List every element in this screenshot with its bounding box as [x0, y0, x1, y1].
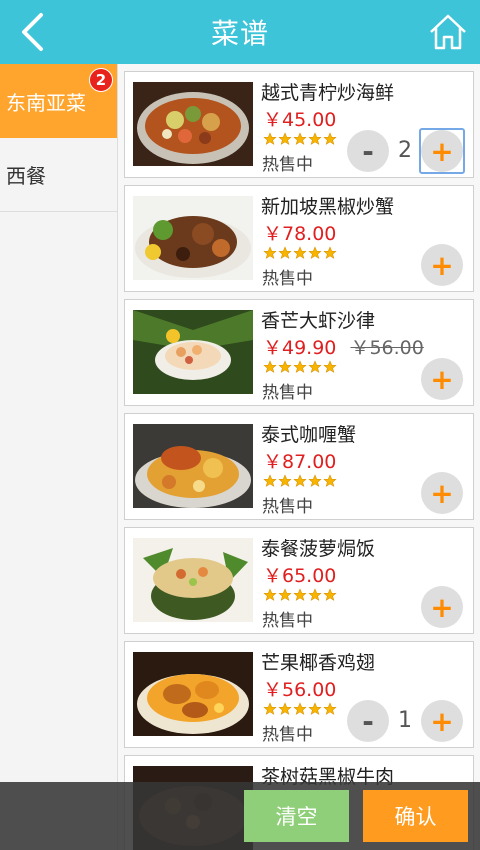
- star-icon: [263, 360, 277, 373]
- star-icon: [278, 132, 292, 145]
- dish-list[interactable]: 越式青柠炒海鲜 ￥45.00 热售中 - 2 + 新加坡黑椒炒蟹 ￥78.00 …: [118, 64, 480, 850]
- star-icon: [263, 588, 277, 601]
- dish-name: 泰式咖喱蟹: [261, 424, 357, 446]
- sidebar-item-label: 西餐: [6, 164, 46, 188]
- increase-button[interactable]: +: [421, 472, 463, 514]
- clear-button[interactable]: 清空: [244, 790, 349, 842]
- dish-photo: [133, 424, 253, 508]
- star-icon: [293, 588, 307, 601]
- price-row: ￥56.00: [263, 675, 336, 702]
- sale-status: 热售中: [262, 497, 313, 517]
- star-icon: [278, 474, 292, 487]
- star-icon: [293, 702, 307, 715]
- sale-status: 热售中: [262, 611, 313, 631]
- dish-name: 越式青柠炒海鲜: [261, 82, 395, 104]
- star-icon: [323, 588, 337, 601]
- price-row: ￥78.00: [263, 219, 336, 246]
- price-row: ￥65.00: [263, 561, 336, 588]
- back-button[interactable]: [14, 10, 54, 54]
- star-icon: [308, 702, 322, 715]
- dish-photo: [133, 310, 253, 394]
- dish-photo: [133, 196, 253, 280]
- sale-status: 热售中: [262, 725, 313, 745]
- star-icon: [293, 246, 307, 259]
- dish-card[interactable]: 越式青柠炒海鲜 ￥45.00 热售中 - 2 +: [124, 71, 474, 178]
- dish-price: ￥45.00: [263, 109, 337, 131]
- dish-photo: [133, 652, 253, 736]
- dish-price: ￥65.00: [263, 565, 337, 587]
- dish-price: ￥56.00: [263, 679, 337, 701]
- star-icon: [263, 246, 277, 259]
- price-row: ￥87.00: [263, 447, 336, 474]
- star-icon: [278, 246, 292, 259]
- dish-name: 新加坡黑椒炒蟹: [261, 196, 395, 218]
- price-row: ￥45.00: [263, 105, 336, 132]
- sale-status: 热售中: [262, 269, 313, 289]
- dish-card[interactable]: 泰餐菠萝焗饭 ￥65.00 热售中 +: [124, 527, 474, 634]
- rating-stars: [263, 702, 337, 716]
- star-icon: [263, 132, 277, 145]
- star-icon: [263, 474, 277, 487]
- star-icon: [278, 702, 292, 715]
- rating-stars: [263, 360, 337, 374]
- dish-card[interactable]: 泰式咖喱蟹 ￥87.00 热售中 +: [124, 413, 474, 520]
- original-price: ￥56.00: [350, 337, 424, 359]
- sale-status: 热售中: [262, 155, 313, 175]
- star-icon: [293, 474, 307, 487]
- dish-card[interactable]: 香芒大虾沙律 ￥49.90 ￥56.00 热售中 +: [124, 299, 474, 406]
- star-icon: [323, 702, 337, 715]
- cart-count-badge: 2: [89, 68, 113, 92]
- increase-button[interactable]: +: [421, 130, 463, 172]
- star-icon: [263, 702, 277, 715]
- category-sidebar: 东南亚菜 2 西餐: [0, 64, 118, 850]
- star-icon: [323, 246, 337, 259]
- star-icon: [308, 474, 322, 487]
- quantity-value: 2: [398, 138, 412, 163]
- dish-card[interactable]: 新加坡黑椒炒蟹 ￥78.00 热售中 +: [124, 185, 474, 292]
- confirm-button[interactable]: 确认: [363, 790, 468, 842]
- rating-stars: [263, 132, 337, 146]
- price-row: ￥49.90 ￥56.00: [263, 333, 424, 360]
- decrease-button[interactable]: -: [347, 130, 389, 172]
- rating-stars: [263, 588, 337, 602]
- decrease-button[interactable]: -: [347, 700, 389, 742]
- star-icon: [323, 132, 337, 145]
- dish-name: 泰餐菠萝焗饭: [261, 538, 376, 560]
- increase-button[interactable]: +: [421, 586, 463, 628]
- dish-price: ￥78.00: [263, 223, 337, 245]
- dish-card[interactable]: 芒果椰香鸡翅 ￥56.00 热售中 - 1 +: [124, 641, 474, 748]
- star-icon: [308, 246, 322, 259]
- increase-button[interactable]: +: [421, 244, 463, 286]
- sale-status: 热售中: [262, 383, 313, 403]
- sidebar-item-label: 东南亚菜: [6, 90, 86, 115]
- dish-photo: [133, 538, 253, 622]
- bottom-action-bar: 清空 确认: [0, 782, 480, 850]
- header-bar: 菜谱: [0, 0, 480, 64]
- star-icon: [323, 360, 337, 373]
- rating-stars: [263, 474, 337, 488]
- star-icon: [308, 132, 322, 145]
- home-icon: [430, 14, 466, 50]
- quantity-value: 1: [398, 708, 412, 733]
- star-icon: [308, 360, 322, 373]
- dish-name: 芒果椰香鸡翅: [261, 652, 376, 674]
- sidebar-item-western[interactable]: 西餐: [0, 138, 117, 212]
- page-title: 菜谱: [210, 17, 269, 50]
- increase-button[interactable]: +: [421, 700, 463, 742]
- star-icon: [293, 132, 307, 145]
- star-icon: [323, 474, 337, 487]
- rating-stars: [263, 246, 337, 260]
- star-icon: [293, 360, 307, 373]
- home-button[interactable]: [428, 12, 468, 52]
- increase-button[interactable]: +: [421, 358, 463, 400]
- star-icon: [308, 588, 322, 601]
- star-icon: [278, 588, 292, 601]
- chevron-left-icon: [22, 13, 43, 51]
- dish-price: ￥49.90: [263, 337, 337, 359]
- star-icon: [278, 360, 292, 373]
- dish-price: ￥87.00: [263, 451, 337, 473]
- sidebar-item-southeast-asian[interactable]: 东南亚菜 2: [0, 64, 117, 138]
- dish-photo: [133, 82, 253, 166]
- dish-name: 香芒大虾沙律: [261, 310, 376, 332]
